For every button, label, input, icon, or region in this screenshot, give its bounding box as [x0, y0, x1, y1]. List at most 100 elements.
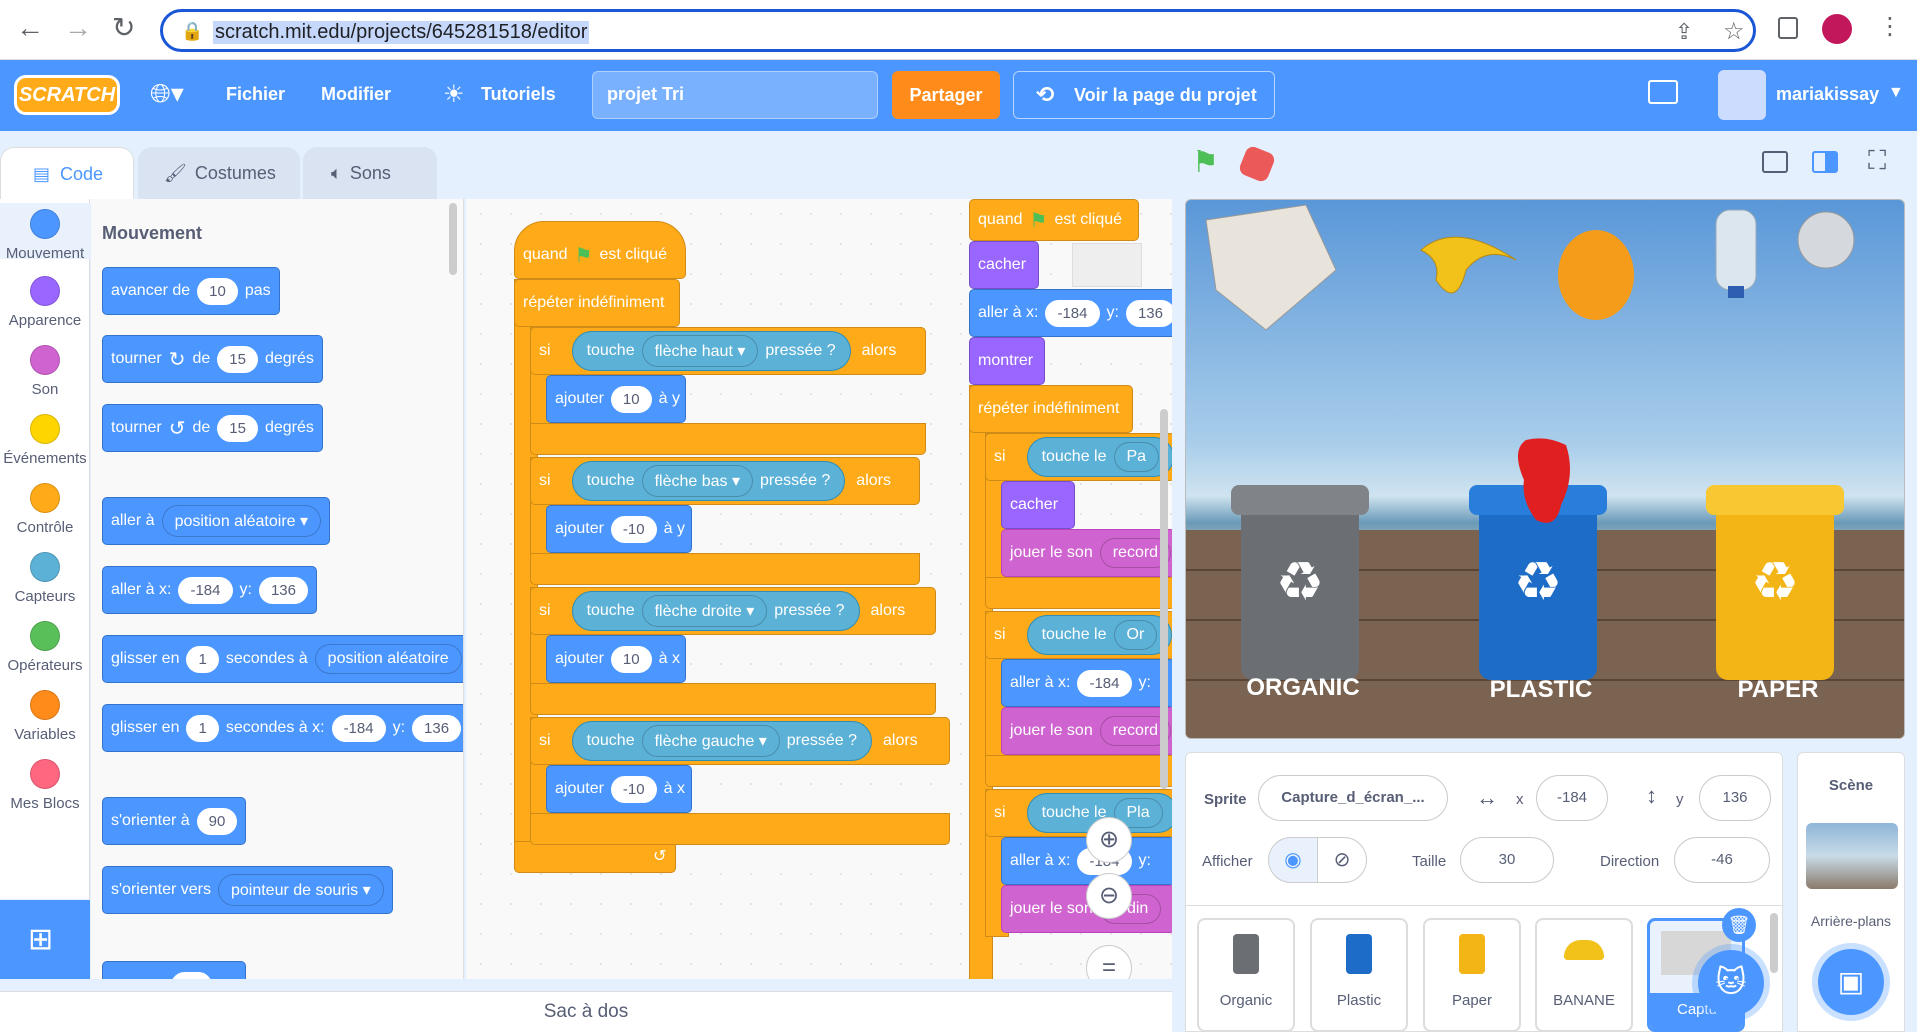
profile-avatar-icon[interactable] — [1822, 14, 1852, 44]
block-change-y-up[interactable]: ajouter 10 à y — [546, 375, 686, 423]
palette-scrollbar[interactable] — [449, 203, 457, 275]
sprite-list-scrollbar[interactable] — [1770, 913, 1778, 973]
category-1[interactable]: Apparence — [0, 276, 90, 329]
crumpled-paper-sprite[interactable] — [1797, 211, 1855, 269]
x-position-input[interactable]: -184 — [1536, 775, 1608, 821]
seconds-input[interactable]: 1 — [186, 645, 219, 673]
banana-sprite[interactable] — [1420, 236, 1517, 294]
choose-backdrop-icon[interactable]: ▣ — [1818, 949, 1884, 1015]
block-goto-xy-3[interactable]: aller à x: -184 y: — [1001, 659, 1172, 707]
block-if-touch-organic[interactable]: si touche le Or — [985, 611, 1172, 659]
sensing-key-down[interactable]: touche flèche bas ▾ pressée ? — [571, 461, 846, 501]
block-hide[interactable]: cacher — [969, 241, 1039, 289]
script-area-scrollbar[interactable] — [1160, 409, 1168, 789]
menu-tutorials[interactable]: Tutoriels — [481, 84, 556, 105]
direction-input[interactable]: -46 — [1674, 837, 1770, 883]
steps-input[interactable]: 10 — [197, 277, 238, 305]
block-goto[interactable]: aller à position aléatoire ▾ — [102, 497, 331, 545]
point-towards-dropdown[interactable]: pointeur de souris ▾ — [217, 874, 384, 906]
category-2[interactable]: Son — [0, 345, 90, 398]
y-input[interactable]: 136 — [412, 714, 462, 742]
tab-sounds[interactable]: 🔈︎ Sons — [303, 147, 437, 203]
share-button[interactable]: Partager — [892, 71, 1000, 119]
stage-canvas[interactable]: ♻ ♻ ♻ ORGANIC PLASTIC PAPER — [1185, 199, 1905, 739]
hat-when-flag-clicked[interactable]: quand ⚑ est cliqué — [514, 221, 686, 279]
block-show[interactable]: montrer — [969, 337, 1045, 385]
block-change-y-down[interactable]: ajouter -10 à y — [546, 505, 692, 553]
x-input[interactable]: -184 — [1045, 299, 1100, 327]
block-if-up[interactable]: si touche flèche haut ▾ pressée ? alors — [530, 327, 926, 375]
block-move-steps[interactable]: avancer de 10 pas — [102, 267, 280, 315]
touching-dropdown[interactable]: Pa — [1113, 442, 1160, 472]
direction-input[interactable]: 90 — [196, 807, 238, 835]
sprite-tile-plastic[interactable]: Plastic — [1310, 918, 1408, 1032]
paper-bin[interactable]: ♻ — [1706, 485, 1844, 680]
block-glide[interactable]: glisser en 1 secondes à position aléatoi… — [102, 635, 463, 683]
stop-icon[interactable] — [1237, 144, 1277, 184]
sprite-tile-paper[interactable]: Paper — [1423, 918, 1521, 1032]
back-arrow-icon[interactable]: ← — [16, 14, 44, 42]
key-dropdown-down[interactable]: flèche bas ▾ — [641, 465, 754, 497]
newspaper-sprite[interactable] — [1205, 204, 1337, 331]
size-input[interactable]: 30 — [1460, 837, 1554, 883]
kebab-menu-icon[interactable]: ⋮ — [1878, 12, 1902, 41]
x-input[interactable]: -184 — [1077, 669, 1132, 697]
key-dropdown-up[interactable]: flèche haut ▾ — [641, 335, 759, 367]
x-input[interactable]: -184 — [178, 576, 233, 604]
project-title-input[interactable]: projet Tri — [592, 71, 878, 119]
seconds-input[interactable]: 1 — [186, 714, 219, 742]
zoom-reset-icon[interactable]: = — [1086, 945, 1132, 979]
sensing-touching-organic[interactable]: touche le Or — [1026, 615, 1172, 655]
see-project-page-button[interactable]: ⟲ Voir la page du projet — [1013, 71, 1275, 119]
my-stuff-folder-icon[interactable] — [1648, 80, 1678, 104]
touching-dropdown[interactable]: Or — [1113, 620, 1158, 650]
address-bar[interactable]: 🔒 scratch.mit.edu/projects/645281518/edi… — [160, 9, 1756, 52]
y-position-input[interactable]: 136 — [1699, 775, 1771, 821]
show-hidden-toggle[interactable]: ⊘ — [1317, 837, 1367, 883]
share-page-icon[interactable]: ⇪ — [1675, 19, 1693, 45]
sensing-key-left[interactable]: touche flèche gauche ▾ pressée ? — [571, 721, 872, 761]
sprite-tile-banane[interactable]: BANANE — [1535, 918, 1633, 1032]
block-point-towards[interactable]: s'orienter vers pointeur de souris ▾ — [102, 866, 393, 914]
block-goto-xy[interactable]: aller à x: -184 y: 136 — [102, 566, 317, 614]
glide-dropdown[interactable]: position aléatoire — [314, 644, 462, 674]
value-input[interactable]: 10 — [171, 971, 212, 979]
sensing-touching-paper[interactable]: touche le Pa — [1026, 437, 1172, 477]
small-stage-icon[interactable] — [1762, 151, 1788, 173]
category-7[interactable]: Variables — [0, 690, 90, 743]
category-0[interactable]: Mouvement — [0, 203, 90, 262]
block-forever[interactable]: répéter indéfiniment — [514, 279, 680, 327]
scratch-logo[interactable]: SCRATCH — [14, 75, 120, 115]
degrees-input[interactable]: 15 — [217, 414, 258, 442]
block-hide[interactable]: cacher — [1001, 481, 1075, 529]
y-input[interactable]: 136 — [258, 576, 308, 604]
lightbulb-icon[interactable]: ☀ — [443, 80, 465, 109]
zoom-in-icon[interactable]: ⊕ — [1086, 817, 1132, 863]
sensing-key-up[interactable]: touche flèche haut ▾ pressée ? — [571, 331, 851, 371]
block-turn-right[interactable]: tourner ↻ de 15 degrés — [102, 335, 323, 383]
hat-when-flag-clicked-2[interactable]: quand ⚑ est cliqué — [969, 199, 1139, 241]
choose-sprite-cat-icon[interactable]: 🐱︎ — [1698, 950, 1764, 1016]
block-play-sound[interactable]: jouer le son record — [1001, 529, 1172, 577]
category-5[interactable]: Capteurs — [0, 552, 90, 605]
block-partial[interactable]: 10 — [102, 961, 246, 979]
tab-costumes[interactable]: 🖌︎ Costumes — [138, 147, 300, 203]
zoom-out-icon[interactable]: ⊖ — [1086, 873, 1132, 919]
category-3[interactable]: Événements — [0, 414, 90, 467]
block-change-x-right[interactable]: ajouter 10 à x — [546, 635, 686, 683]
orange-peel-sprite[interactable] — [1558, 230, 1634, 320]
sprite-name-input[interactable]: Capture_d_écran_... — [1258, 775, 1448, 821]
goto-dropdown[interactable]: position aléatoire ▾ — [161, 505, 322, 537]
reload-icon[interactable]: ↻ — [112, 14, 135, 42]
key-dropdown-right[interactable]: flèche droite ▾ — [641, 595, 768, 627]
block-if-left[interactable]: si touche flèche gauche ▾ pressée ? alor… — [530, 717, 950, 765]
user-avatar[interactable] — [1718, 70, 1766, 120]
block-turn-left[interactable]: tourner ↺ de 15 degrés — [102, 404, 323, 452]
normal-stage-icon[interactable] — [1812, 151, 1838, 173]
degrees-input[interactable]: 15 — [217, 345, 258, 373]
side-panel-icon[interactable] — [1778, 17, 1798, 39]
block-goto-xy-2[interactable]: aller à x: -184 y: 136 — [969, 289, 1172, 337]
block-glide-xy[interactable]: glisser en 1 secondes à x: -184 y: 136 — [102, 704, 463, 752]
block-point-direction[interactable]: s'orienter à 90 — [102, 797, 247, 845]
show-visible-toggle[interactable]: ◉ — [1268, 837, 1318, 883]
